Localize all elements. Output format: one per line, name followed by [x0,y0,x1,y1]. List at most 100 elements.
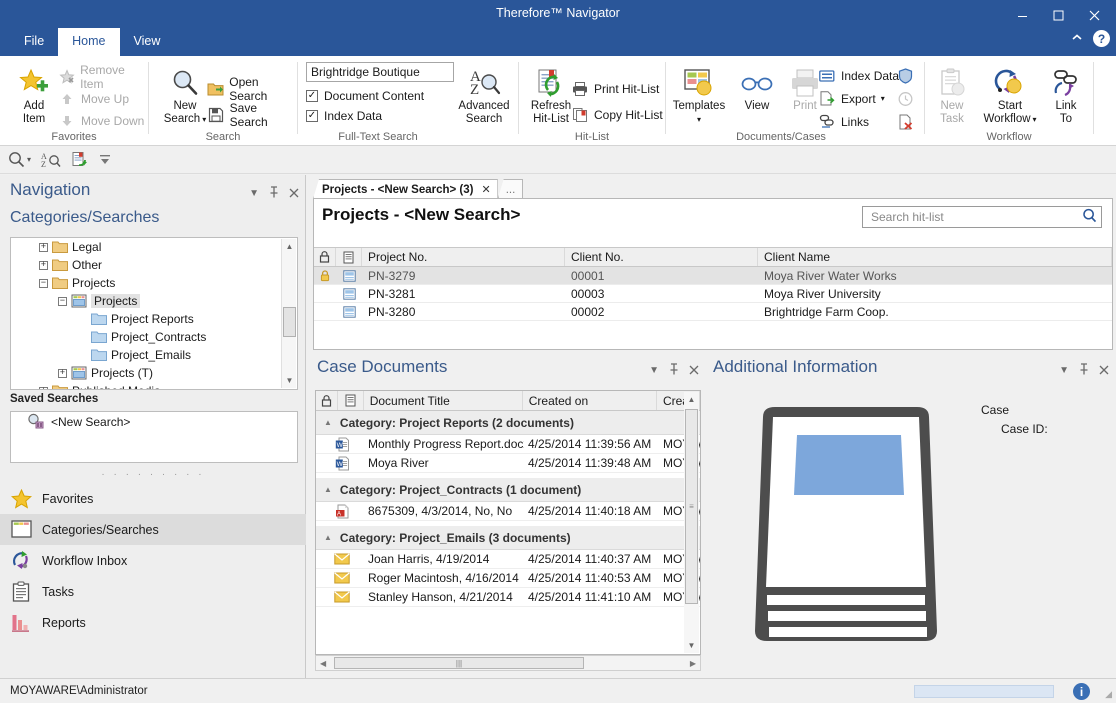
qat-customize-button[interactable] [98,153,112,167]
clock-button[interactable] [898,87,913,110]
chevron-down-icon[interactable]: ▼ [649,365,659,376]
expander-icon[interactable]: + [39,243,48,252]
close-icon[interactable] [1076,2,1112,28]
link-to-button[interactable]: Link To [1043,62,1089,126]
list-item[interactable]: <New Search> [11,412,297,432]
scroll-right-arrow-icon[interactable]: ▶ [690,659,696,668]
minimize-icon[interactable] [1004,2,1040,28]
list-item[interactable]: Joan Harris, 4/19/2014 4/25/2014 11:40:3… [316,550,700,569]
scroll-left-arrow-icon[interactable]: ◀ [320,659,326,668]
panel-resize-grip[interactable]: · · · · · · · · · [0,469,306,480]
list-item[interactable]: W Moya River 4/25/2014 11:39:48 AM MOYA\ [316,454,700,473]
list-item[interactable]: Stanley Hanson, 4/21/2014 4/25/2014 11:4… [316,588,700,607]
column-header-created-on[interactable]: Created on [523,391,657,410]
pin-icon[interactable] [1079,363,1089,378]
scrollbar-thumb[interactable]: ||| [334,657,584,669]
open-search-button[interactable]: Open Search [207,76,297,102]
advanced-search-button[interactable]: A Z Advanced Search [456,62,512,126]
close-icon[interactable]: ✕ [481,183,490,196]
close-icon[interactable] [289,183,299,203]
expander-icon[interactable]: + [58,369,67,378]
collapse-triangle-icon[interactable]: ▲ [324,485,332,494]
chevron-up-icon[interactable] [1071,33,1083,45]
full-text-search-input[interactable] [306,62,454,82]
table-row[interactable]: PN-3281 00003 Moya River University [314,285,1112,303]
index-data-button[interactable]: Index Data [818,64,899,87]
scroll-down-arrow-icon[interactable]: ▼ [282,373,297,388]
tree-vertical-scrollbar[interactable]: ▲ ▼ [281,239,296,388]
tree-node-projects-category[interactable]: − Projects [11,292,297,310]
chevron-down-icon[interactable]: ▾ [27,155,31,164]
column-doc-icon[interactable] [336,248,362,266]
new-task-button[interactable]: New Task [929,62,975,126]
sidebar-item-categories-searches[interactable]: Categories/Searches [0,514,306,545]
case-documents-vertical-scrollbar[interactable]: ▲ ≡ ▼ [684,392,699,653]
qat-refresh-hitlist-button[interactable] [71,151,88,168]
table-row[interactable]: PN-3280 00002 Brightridge Farm Coop. [314,303,1112,321]
scroll-down-arrow-icon[interactable]: ▼ [684,638,699,653]
sidebar-item-favorites[interactable]: Favorites [0,483,306,514]
info-icon[interactable]: i [1073,683,1090,700]
tree-node-published-media[interactable]: + Published Media [11,382,297,390]
scrollbar-thumb[interactable] [283,307,296,337]
collapse-triangle-icon[interactable]: ▲ [324,533,332,542]
tab-home[interactable]: Home [58,28,119,56]
index-data-checkbox-row[interactable]: ✓ Index Data [306,106,454,126]
maximize-icon[interactable] [1040,2,1076,28]
shield-button[interactable] [898,64,913,87]
tree-node-other[interactable]: + Other [11,256,297,274]
search-icon[interactable] [1082,208,1097,226]
column-header-document-title[interactable]: Document Title [364,391,523,410]
chevron-down-icon[interactable]: ▾ [881,94,885,103]
chevron-down-icon[interactable]: ▾ [1033,113,1037,126]
saved-searches-list[interactable]: <New Search> [10,411,298,463]
tree-node-projects-t[interactable]: + Projects (T) [11,364,297,382]
scroll-up-arrow-icon[interactable]: ▲ [282,239,297,254]
move-up-button[interactable]: Move Up [58,88,148,110]
new-search-button[interactable]: New Search ▾ [157,62,213,126]
close-icon[interactable] [1099,364,1109,378]
column-doc-icon[interactable] [338,391,364,410]
tree-node-project-reports[interactable]: Project Reports [11,310,297,328]
tab-file[interactable]: File [10,28,58,56]
case-documents-horizontal-scrollbar[interactable]: ◀ ||| ▶ [315,655,701,671]
chevron-down-icon[interactable]: ▾ [697,113,701,126]
sidebar-item-reports[interactable]: Reports [0,607,306,638]
print-hitlist-button[interactable]: Print Hit-List [571,76,663,102]
view-button[interactable]: View [734,62,780,113]
add-item-button[interactable]: Add Item [6,62,62,126]
document-content-checkbox[interactable]: ✓ [306,90,318,102]
remove-item-button[interactable]: Remove Item [58,66,148,88]
list-item[interactable]: W Monthly Progress Report.docx 4/25/2014… [316,435,700,454]
close-icon[interactable] [689,364,699,378]
pin-icon[interactable] [669,363,679,378]
search-input[interactable] [871,210,1082,224]
qat-search-button[interactable]: ▾ [8,151,31,168]
chevron-down-icon[interactable]: ▾ [202,113,206,126]
templates-button[interactable]: Templates ▾ [668,62,730,126]
sidebar-item-tasks[interactable]: Tasks [0,576,306,607]
scrollbar-thumb[interactable]: ≡ [685,409,698,604]
start-workflow-button[interactable]: Start Workflow ▾ [977,62,1043,126]
list-item[interactable]: A 8675309, 4/3/2014, No, No 4/25/2014 11… [316,502,700,521]
move-down-button[interactable]: Move Down [58,110,148,132]
column-header-client-name[interactable]: Client Name [758,248,1112,266]
document-tab-overflow[interactable]: ... [498,179,524,199]
pin-icon[interactable] [269,183,279,203]
case-documents-grid[interactable]: Document Title Created on Create ▲ Categ… [315,390,701,655]
expander-icon[interactable]: − [58,297,67,306]
column-header-client-no[interactable]: Client No. [565,248,758,266]
collapse-triangle-icon[interactable]: ▲ [324,418,332,427]
index-data-checkbox[interactable]: ✓ [306,110,318,122]
delete-document-button[interactable] [898,110,913,133]
chevron-down-icon[interactable]: ▼ [249,188,259,199]
category-group-header[interactable]: ▲ Category: Project Reports (2 documents… [316,411,700,435]
chevron-down-icon[interactable]: ▼ [1059,365,1069,376]
column-lock-icon[interactable] [314,248,336,266]
expander-icon[interactable]: − [39,279,48,288]
copy-hitlist-button[interactable]: Copy Hit-List [571,102,663,128]
tree-node-project-contracts[interactable]: Project_Contracts [11,328,297,346]
qat-advanced-search-button[interactable]: AZ [41,151,61,168]
document-tab-projects[interactable]: Projects - <New Search> (3) ✕ [313,179,498,199]
category-group-header[interactable]: ▲ Category: Project_Emails (3 documents) [316,526,700,550]
